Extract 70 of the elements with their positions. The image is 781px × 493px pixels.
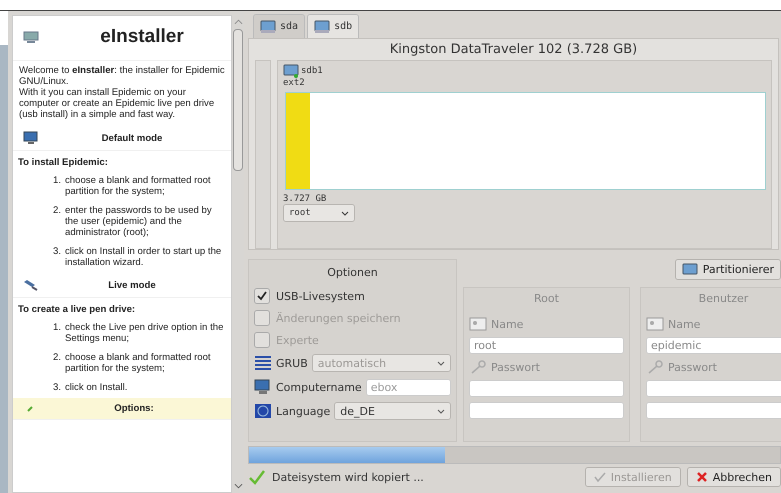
step-text: enter the passwords to be used by the user (epidemic) and the administrator (root); (65, 205, 213, 238)
group-title: Benutzer (698, 291, 750, 307)
scroll-down-icon[interactable] (234, 483, 242, 489)
password-label: Passwort (668, 360, 717, 374)
password-confirm-field[interactable] (469, 402, 624, 419)
intro-text: Welcome to eInstaller: the installer for Epidemic GNU/Linux. With it you can install Epidemic on your computer or create an Epidemic live pen drive (usb install) in a simple and fast way. (19, 65, 225, 120)
step-number: 2. (53, 352, 62, 365)
password-confirm-field[interactable] (646, 402, 781, 419)
drive-icon (260, 20, 276, 34)
step-text: click on Install in order to start up the installation wizard. (65, 246, 222, 268)
monitor-icon (23, 131, 39, 145)
section-subheading: To install Epidemic: (17, 156, 109, 170)
caret-icon (341, 210, 349, 216)
caret-icon (437, 360, 445, 366)
name-label: Name (668, 318, 700, 330)
key-icon (469, 360, 487, 374)
list-icon (254, 355, 272, 371)
computer-icon (254, 379, 272, 395)
name-label: Name (491, 318, 524, 330)
step-number: 2. (53, 205, 62, 218)
computer-icon (23, 30, 39, 44)
computername-field[interactable]: ebox (366, 378, 451, 396)
step-number: 3. (53, 246, 62, 259)
drive-icon (314, 20, 330, 34)
section-heading: Live mode (107, 280, 157, 290)
step-number: 3. (53, 382, 62, 393)
drive-tab[interactable]: sda (253, 14, 306, 38)
drive-icon (682, 262, 698, 276)
close-icon (696, 471, 708, 483)
partition-name: sdb1 (301, 66, 323, 76)
name-field[interactable]: epidemic (646, 337, 781, 354)
status-text: Dateisystem wird kopiert ... (272, 470, 424, 484)
password-label: Passwort (491, 360, 540, 374)
field-label: Language (276, 404, 330, 418)
filesystem-label: ext2 (283, 78, 306, 88)
password-field[interactable] (469, 380, 624, 397)
partition-size: 3.727 GB (283, 194, 328, 204)
options-title: Optionen (326, 265, 379, 281)
step-number: 1. (53, 322, 62, 335)
checkmark-icon (256, 290, 268, 302)
scroll-up-icon[interactable] (234, 19, 242, 25)
mount-select[interactable]: root (283, 204, 355, 222)
field-label: Computername (276, 380, 362, 394)
group-title: Root (533, 291, 560, 307)
scrollbar-thumb[interactable] (233, 29, 243, 171)
partition-icon (283, 64, 299, 78)
globe-icon (254, 403, 272, 419)
step-text: choose a blank and formatted root partition for the system; (65, 352, 212, 374)
id-card-icon (469, 317, 487, 331)
app-title: eInstaller (99, 26, 185, 48)
step-text: click on Install. (65, 382, 128, 393)
drive-title: Kingston DataTraveler 102 (3.728 GB) (388, 41, 638, 59)
partitioner-button[interactable]: Partitionierer (674, 259, 781, 280)
usb-drive-icon (23, 278, 39, 292)
checkbox[interactable]: USB-Livesystem (254, 285, 451, 307)
drive-tab[interactable]: sdb (307, 14, 360, 38)
key-icon (646, 360, 664, 374)
dropdown[interactable]: de_DE (334, 402, 451, 420)
step-text: choose a blank and formatted root partition for the system; (65, 175, 212, 197)
step-number: 1. (53, 175, 62, 188)
section-heading: Options: (113, 403, 155, 414)
password-field[interactable] (646, 380, 781, 397)
step-text: check the Live pen drive option in the Settings menu; (65, 322, 224, 344)
name-field[interactable]: root (469, 337, 624, 354)
cancel-button[interactable]: Abbrechen (686, 467, 781, 487)
id-card-icon (646, 317, 664, 331)
field-label: GRUB (276, 356, 308, 370)
section-subheading: To create a live pen drive: (17, 303, 136, 317)
section-heading: Default mode (100, 132, 164, 144)
caret-icon (437, 408, 445, 414)
